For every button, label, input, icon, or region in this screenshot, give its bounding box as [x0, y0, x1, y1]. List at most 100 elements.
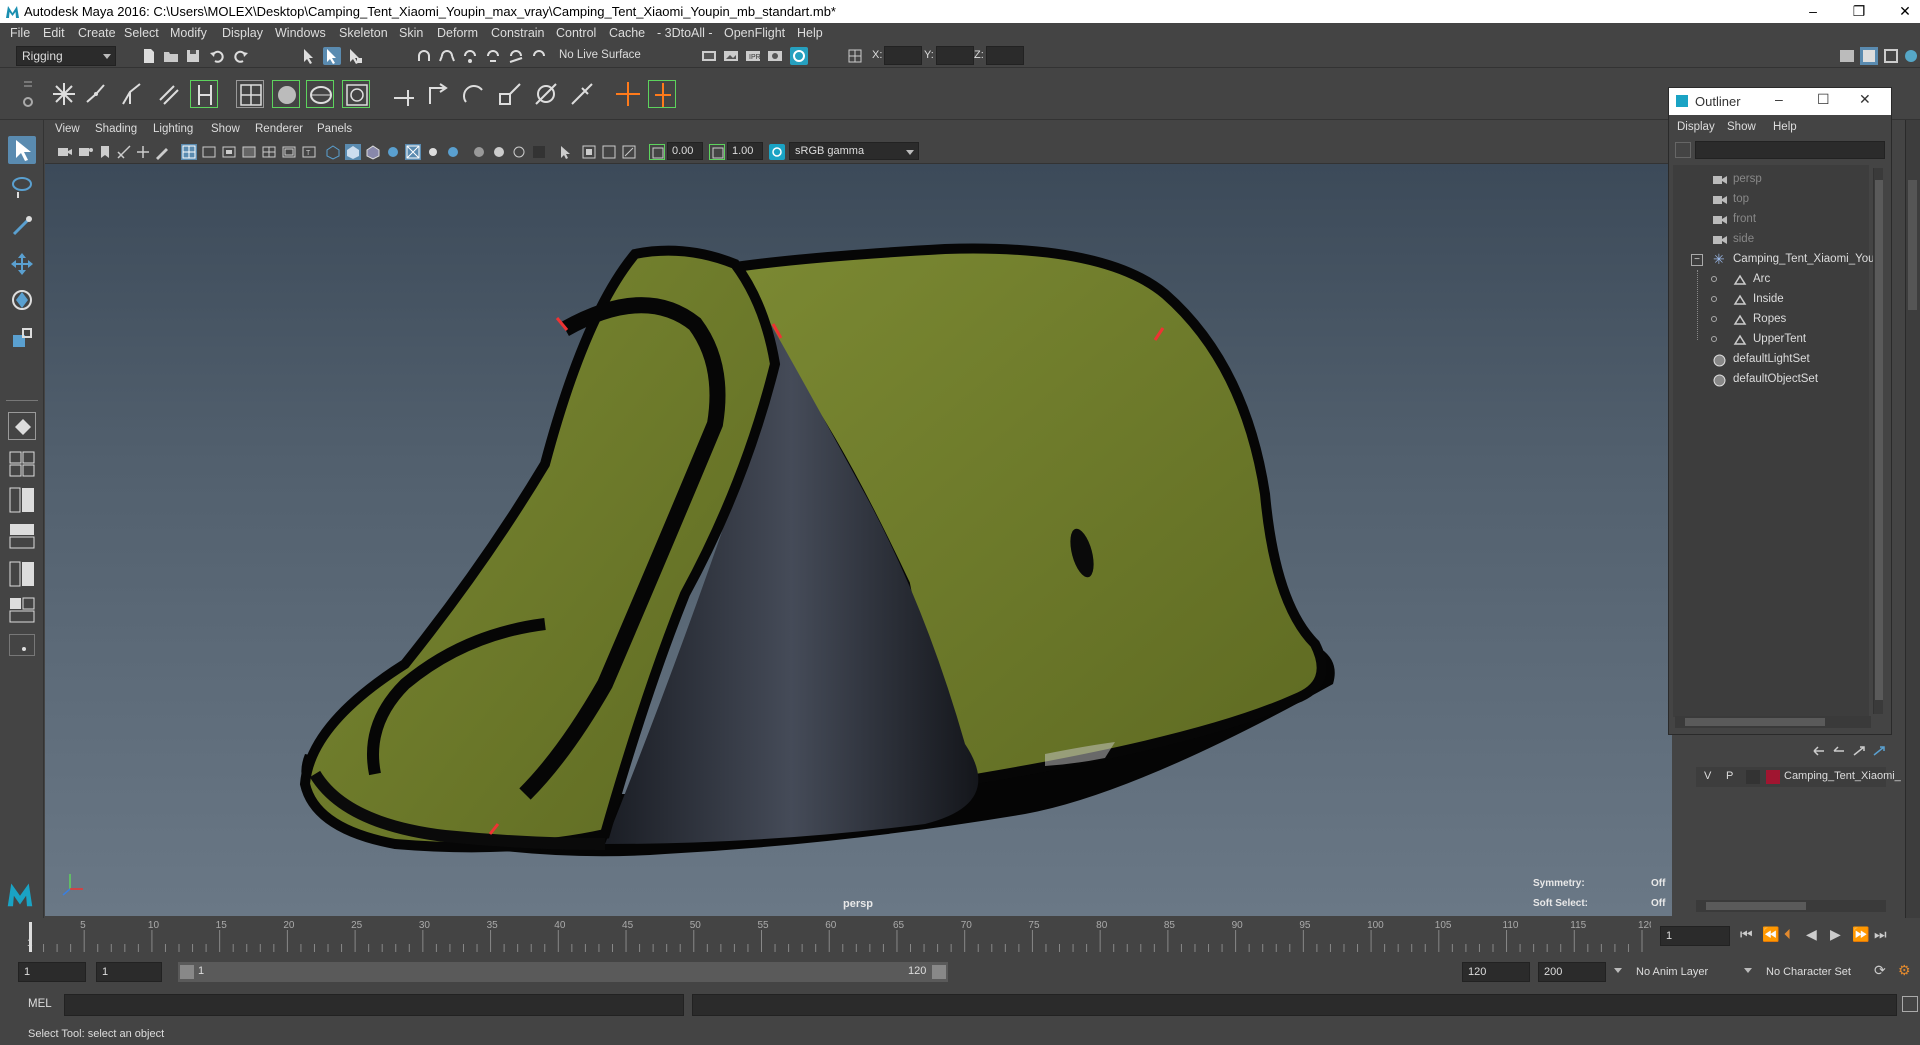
pole-vector-icon[interactable]	[568, 80, 596, 108]
xray-icon[interactable]	[405, 144, 421, 160]
outliner-item-arc[interactable]: Arc	[1673, 270, 1873, 290]
range-bar[interactable]: 1 120	[178, 962, 948, 982]
frame-selection-icon[interactable]	[601, 144, 617, 160]
playback-end-field[interactable]: 120	[1462, 962, 1530, 982]
grid-toggle-icon[interactable]	[181, 144, 197, 160]
outliner-item-inside[interactable]: Inside	[1673, 290, 1873, 310]
ik-handle-icon[interactable]	[82, 80, 110, 108]
menu-file[interactable]: File	[10, 26, 30, 40]
outliner-hscroll-thumb[interactable]	[1685, 718, 1825, 726]
menu-modify[interactable]: Modify	[170, 26, 207, 40]
anim-layer-dropdown[interactable]: No Anim Layer	[1630, 962, 1742, 982]
menu-3dtoall[interactable]: - 3DtoAll -	[657, 26, 713, 40]
outliner-item-camping-tent-group[interactable]: − ✳ Camping_Tent_Xiaomi_Youp	[1673, 250, 1881, 270]
render-settings-icon[interactable]	[766, 47, 784, 65]
bind-skin-icon[interactable]	[154, 80, 182, 108]
menu-select[interactable]: Select	[124, 26, 159, 40]
outliner-item-side[interactable]: side	[1673, 230, 1873, 250]
new-layer-icon[interactable]	[1852, 745, 1866, 757]
channel-box-toggle-icon[interactable]	[1902, 47, 1920, 65]
menu-constrain[interactable]: Constrain	[491, 26, 545, 40]
exposure-icon[interactable]	[649, 144, 665, 160]
character-set-dropdown[interactable]: No Character Set	[1760, 962, 1872, 982]
wire-deformer-icon[interactable]	[342, 80, 370, 108]
safe-action-icon[interactable]	[281, 144, 297, 160]
motion-blur-icon[interactable]	[491, 144, 507, 160]
depth-of-field-icon[interactable]	[531, 144, 547, 160]
move-layer-up-icon[interactable]	[1812, 745, 1826, 757]
panel-menu-panels[interactable]: Panels	[317, 123, 352, 135]
safe-title-icon[interactable]: T	[301, 144, 317, 160]
play-forwards-icon[interactable]: ▶	[1830, 926, 1841, 943]
grease-pencil-icon[interactable]	[154, 144, 170, 160]
layer-playback-toggle[interactable]: P	[1726, 770, 1733, 782]
hypershade-icon[interactable]	[790, 47, 808, 65]
select-tool-icon[interactable]	[8, 136, 36, 164]
layer-row[interactable]: V P Camping_Tent_Xiaomi_	[1696, 767, 1901, 787]
outliner-menu-display[interactable]: Display	[1677, 121, 1715, 133]
wireframe-on-shaded-icon[interactable]	[365, 144, 381, 160]
anti-aliasing-icon[interactable]	[511, 144, 527, 160]
step-forward-key-icon[interactable]: ⏩	[1852, 926, 1869, 943]
snap-surface-icon[interactable]	[507, 47, 525, 65]
chevron-down-icon[interactable]	[1744, 968, 1752, 973]
menu-cache[interactable]: Cache	[609, 26, 645, 40]
color-management-icon[interactable]	[769, 144, 785, 160]
move-layer-down-icon[interactable]	[1832, 745, 1846, 757]
menu-edit[interactable]: Edit	[43, 26, 65, 40]
layer-visibility-toggle[interactable]: V	[1704, 770, 1711, 782]
ik-spline-icon[interactable]	[118, 80, 146, 108]
animation-preferences-icon[interactable]: ⚙	[1898, 962, 1911, 979]
rotate-tool-icon[interactable]	[8, 286, 36, 314]
outliner-vertical-scrollbar[interactable]	[1873, 168, 1883, 714]
panel-menu-renderer[interactable]: Renderer	[255, 123, 303, 135]
outliner-item-persp[interactable]: persp	[1673, 170, 1873, 190]
wrap-deformer-icon[interactable]	[306, 80, 334, 108]
open-scene-icon[interactable]	[162, 47, 180, 65]
layer-color-swatch[interactable]	[1766, 770, 1780, 784]
bookmark-icon[interactable]	[97, 144, 113, 160]
save-scene-icon[interactable]	[184, 47, 202, 65]
playback-start-field[interactable]: 1	[96, 962, 162, 982]
cluster-icon[interactable]	[272, 80, 300, 108]
select-hierarchy-icon[interactable]	[300, 47, 318, 65]
gamma-field[interactable]: 1.00	[727, 142, 763, 160]
lasso-tool-icon[interactable]	[8, 174, 36, 202]
time-slider[interactable]: 1 5 10 15 20 25 30 35 40 45 50 55 60 65 70 75 80 85 90 95 10…	[0, 918, 1920, 954]
image-plane-icon[interactable]	[116, 144, 132, 160]
new-scene-icon[interactable]	[140, 47, 158, 65]
persp-outliner-layout-icon[interactable]	[8, 486, 36, 514]
panel-menu-show[interactable]: Show	[211, 123, 240, 135]
film-gate-icon[interactable]	[201, 144, 217, 160]
chevron-down-icon[interactable]	[1614, 968, 1622, 973]
lock-camera-icon[interactable]	[78, 144, 94, 160]
tool-settings-toggle-icon[interactable]	[1882, 47, 1900, 65]
snap-view-icon[interactable]	[484, 47, 502, 65]
redo-icon[interactable]	[232, 47, 250, 65]
wireframe-icon[interactable]	[325, 144, 341, 160]
camera-attributes-icon[interactable]	[621, 144, 637, 160]
outliner-item-ropes[interactable]: Ropes	[1673, 310, 1873, 330]
lattice-icon[interactable]	[236, 80, 264, 108]
exposure-field[interactable]: 0.00	[667, 142, 703, 160]
shadows-icon[interactable]	[445, 144, 461, 160]
play-backwards-icon[interactable]: ◀	[1806, 926, 1817, 943]
perspective-viewport[interactable]: persp Symmetry: Off Soft Select: Off	[45, 164, 1672, 916]
set-driven-key-icon[interactable]	[648, 80, 676, 108]
attribute-editor-toggle-icon[interactable]	[1860, 47, 1878, 65]
make-live-icon[interactable]	[530, 47, 548, 65]
restore-button[interactable]: ❐	[1836, 2, 1882, 22]
modeling-toolkit-icon[interactable]	[1838, 47, 1856, 65]
outliner-item-front[interactable]: front	[1673, 210, 1873, 230]
mel-command-input[interactable]	[64, 994, 684, 1016]
select-component-icon[interactable]	[346, 47, 364, 65]
attribute-editor-tab-strip[interactable]	[1905, 120, 1920, 920]
mel-label[interactable]: MEL	[28, 998, 52, 1010]
range-start-field[interactable]: 1	[18, 962, 86, 982]
frame-all-icon[interactable]	[581, 144, 597, 160]
colorspace-dropdown[interactable]: sRGB gamma	[789, 142, 919, 160]
outliner-maximize-button[interactable]: ☐	[1817, 91, 1830, 108]
panel-menu-lighting[interactable]: Lighting	[153, 123, 193, 135]
outliner-minimize-button[interactable]: –	[1775, 91, 1783, 107]
step-back-key-icon[interactable]: ⏪	[1762, 926, 1779, 943]
